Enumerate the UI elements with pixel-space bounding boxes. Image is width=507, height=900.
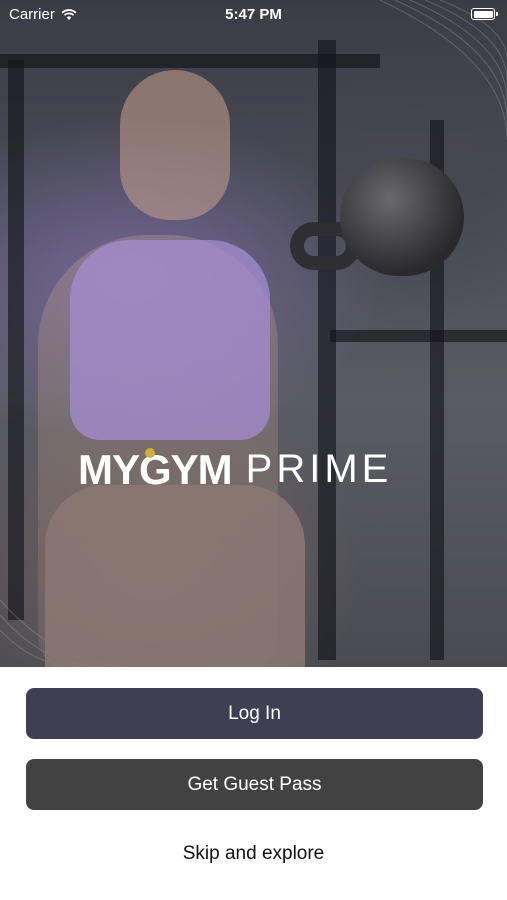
athlete-head [120,70,230,220]
login-button[interactable]: Log In [26,688,483,739]
logo-secondary-text: PRIME [245,447,393,491]
guest-pass-button[interactable]: Get Guest Pass [26,759,483,810]
logo-primary-text: MYGYM [78,445,233,493]
skip-and-explore-link[interactable]: Skip and explore [0,843,507,865]
logo-accent-dot [145,447,155,458]
status-time: 5:47 PM [225,6,282,23]
athlete-pants [45,485,305,667]
athlete-top [70,240,270,440]
brand-logo: MYGYM PRIME [78,445,438,493]
status-bar: Carrier 5:47 PM [0,0,507,28]
kettlebell [340,158,464,276]
hero-image: MYGYM PRIME [0,0,507,667]
battery-icon [471,8,498,20]
